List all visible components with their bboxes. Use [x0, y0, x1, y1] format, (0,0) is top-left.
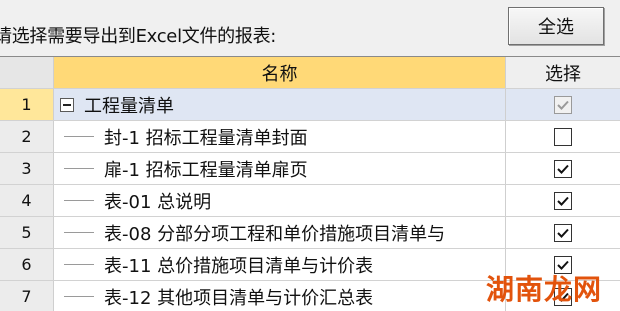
tree-connector-icon: [64, 136, 94, 137]
tree-connector-icon: [64, 296, 94, 297]
collapse-icon[interactable]: [60, 97, 74, 112]
tree-connector-icon: [64, 264, 94, 265]
checkmark-icon: [557, 196, 569, 206]
checkmark-icon: [557, 100, 569, 110]
row-name: 工程量清单: [84, 95, 174, 117]
row-number: 2: [0, 121, 54, 152]
table-row[interactable]: 3 扉-1 招标工程量清单扉页: [0, 153, 620, 185]
table-row[interactable]: 1 工程量清单: [0, 89, 620, 121]
row-select-cell: [506, 89, 620, 120]
instruction-label: 请选择需要导出到Excel文件的报表:: [0, 26, 277, 47]
row-number: 7: [0, 281, 54, 311]
row-name-cell: 工程量清单: [54, 89, 506, 120]
row-select-cell: [506, 217, 620, 248]
row-name-cell: 表-01 总说明: [54, 185, 506, 216]
select-all-button[interactable]: 全选: [508, 7, 604, 45]
row-name: 扉-1 招标工程量清单扉页: [104, 159, 308, 181]
header-num: [0, 57, 54, 88]
row-checkbox[interactable]: [554, 223, 572, 242]
row-name: 表-01 总说明: [104, 191, 212, 213]
row-number: 4: [0, 185, 54, 216]
header-select[interactable]: 选择: [506, 57, 620, 88]
header-name[interactable]: 名称: [54, 57, 506, 88]
row-checkbox[interactable]: [554, 95, 572, 114]
row-checkbox[interactable]: [554, 127, 572, 146]
grid-header-row: 名称 选择: [0, 57, 620, 89]
row-name-cell: 表-12 其他项目清单与计价汇总表: [54, 281, 506, 311]
row-name: 封-1 招标工程量清单封面: [104, 127, 308, 149]
row-number: 3: [0, 153, 54, 184]
row-checkbox[interactable]: [554, 191, 572, 210]
row-number: 1: [0, 89, 54, 120]
row-select-cell: [506, 121, 620, 152]
tree-connector-icon: [64, 168, 94, 169]
table-row[interactable]: 5 表-08 分部分项工程和单价措施项目清单与: [0, 217, 620, 249]
row-name-cell: 封-1 招标工程量清单封面: [54, 121, 506, 152]
table-row[interactable]: 4 表-01 总说明: [0, 185, 620, 217]
row-name-cell: 表-08 分部分项工程和单价措施项目清单与: [54, 217, 506, 248]
row-name: 表-12 其他项目清单与计价汇总表: [104, 287, 374, 309]
row-name: 表-08 分部分项工程和单价措施项目清单与: [104, 223, 446, 245]
tree-connector-icon: [64, 200, 94, 201]
row-select-cell: [506, 153, 620, 184]
row-number: 5: [0, 217, 54, 248]
tree-connector-icon: [64, 232, 94, 233]
row-number: 6: [0, 249, 54, 280]
row-checkbox[interactable]: [554, 159, 572, 178]
checkmark-icon: [557, 164, 569, 174]
toolbar: 请选择需要导出到Excel文件的报表: 全选: [0, 0, 620, 56]
table-row[interactable]: 2 封-1 招标工程量清单封面: [0, 121, 620, 153]
row-select-cell: [506, 185, 620, 216]
row-name: 表-11 总价措施项目清单与计价表: [104, 255, 374, 277]
checkmark-icon: [557, 228, 569, 238]
row-name-cell: 扉-1 招标工程量清单扉页: [54, 153, 506, 184]
row-name-cell: 表-11 总价措施项目清单与计价表: [54, 249, 506, 280]
watermark-logo: 湖南龙网: [486, 273, 603, 306]
